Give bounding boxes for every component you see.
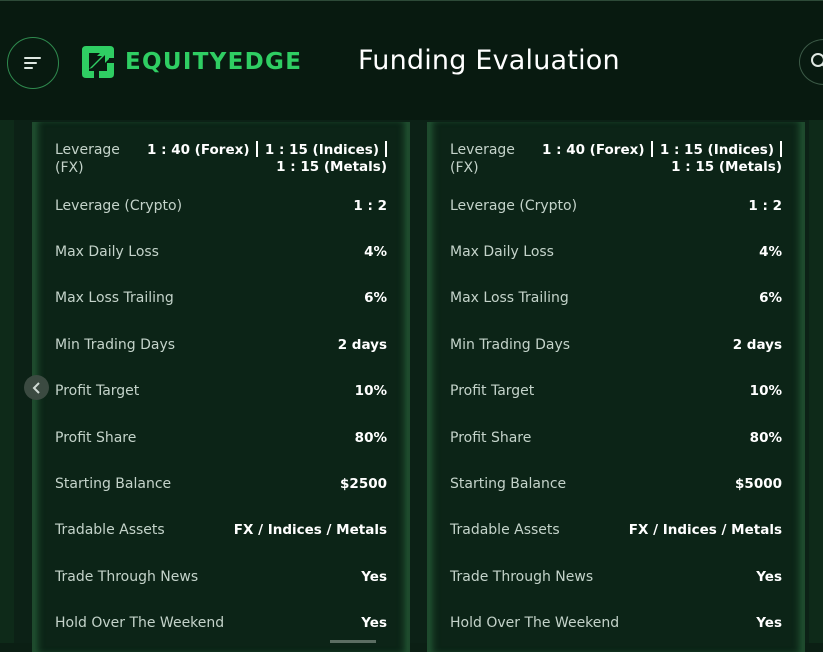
spec-value: Yes	[361, 614, 387, 632]
leverage-indices: 1 : 15 (Indices)	[660, 141, 782, 158]
plan-card: Leverage (FX) 1 : 40 (Forex) 1 : 15 (Ind…	[32, 122, 410, 652]
logo-mark-icon	[80, 44, 116, 80]
leverage-fx-label: Leverage (FX)	[55, 141, 125, 177]
spec-label: Tradable Assets	[55, 521, 165, 539]
leverage-indices: 1 : 15 (Indices)	[265, 141, 387, 158]
logo-text: EQUITYEDGE	[125, 49, 302, 75]
equityedge-logo[interactable]: EQUITYEDGE	[80, 44, 302, 80]
spec-row: Profit Target 10%	[55, 382, 387, 400]
spec-value: 80%	[750, 429, 782, 447]
leverage-fx-values: 1 : 40 (Forex) 1 : 15 (Indices) 1 : 15 (…	[542, 141, 782, 181]
spec-row: Profit Share 80%	[450, 429, 782, 447]
spec-row: Min Trading Days 2 days	[450, 336, 782, 354]
spec-row: Hold Over The Weekend Yes	[55, 614, 387, 632]
spec-value: 6%	[364, 289, 387, 307]
spec-row: Max Loss Trailing 6%	[450, 289, 782, 307]
spec-row: Tradable Assets FX / Indices / Metals	[55, 521, 387, 539]
leverage-metals: 1 : 15 (Metals)	[671, 159, 782, 175]
spec-label: Hold Over The Weekend	[55, 614, 224, 632]
spec-row: Hold Over The Weekend Yes	[450, 614, 782, 632]
spec-label: Max Daily Loss	[55, 243, 159, 261]
spec-value: 4%	[759, 243, 782, 261]
search-button[interactable]	[799, 39, 823, 85]
spec-value: Yes	[756, 614, 782, 632]
spec-value: 4%	[364, 243, 387, 261]
spec-value: 1 : 2	[748, 197, 782, 215]
spec-value: 2 days	[733, 336, 782, 354]
spec-value: 10%	[750, 382, 782, 400]
spec-label: Leverage (Crypto)	[450, 197, 577, 215]
spec-row: Starting Balance $5000	[450, 475, 782, 493]
spec-row: Leverage (Crypto) 1 : 2	[55, 197, 387, 215]
spec-label: Profit Target	[450, 382, 534, 400]
spec-label: Hold Over The Weekend	[450, 614, 619, 632]
leverage-fx-values: 1 : 40 (Forex) 1 : 15 (Indices) 1 : 15 (…	[147, 141, 387, 181]
hamburger-menu-icon	[23, 56, 43, 70]
spec-label: Leverage (Crypto)	[55, 197, 182, 215]
plans-carousel: Leverage (FX) 1 : 40 (Forex) 1 : 15 (Ind…	[0, 120, 823, 643]
spec-value: $5000	[735, 475, 782, 493]
spec-label: Min Trading Days	[55, 336, 175, 354]
spec-row: Tradable Assets FX / Indices / Metals	[450, 521, 782, 539]
spec-label: Max Daily Loss	[450, 243, 554, 261]
spec-row: Max Daily Loss 4%	[55, 243, 387, 261]
spec-row: Min Trading Days 2 days	[55, 336, 387, 354]
chevron-left-icon	[32, 382, 42, 394]
spec-label: Profit Share	[450, 429, 531, 447]
spec-value: 6%	[759, 289, 782, 307]
spec-value: Yes	[361, 568, 387, 586]
leverage-forex: 1 : 40 (Forex)	[147, 141, 258, 158]
page-title: Funding Evaluation	[358, 45, 620, 76]
spec-row: Trade Through News Yes	[55, 568, 387, 586]
spec-value: 80%	[355, 429, 387, 447]
spec-label: Max Loss Trailing	[450, 289, 569, 307]
spec-row: Max Loss Trailing 6%	[55, 289, 387, 307]
carousel-prev-button[interactable]	[24, 375, 49, 400]
carousel-right-edge	[809, 120, 823, 643]
spec-row: Profit Target 10%	[450, 382, 782, 400]
spec-label: Profit Share	[55, 429, 136, 447]
spec-label: Profit Target	[55, 382, 139, 400]
leverage-fx-label: Leverage (FX)	[450, 141, 520, 177]
spec-row: Leverage (Crypto) 1 : 2	[450, 197, 782, 215]
plan-card: Leverage (FX) 1 : 40 (Forex) 1 : 15 (Ind…	[427, 122, 805, 652]
spec-row: Max Daily Loss 4%	[450, 243, 782, 261]
leverage-forex: 1 : 40 (Forex)	[542, 141, 653, 158]
spec-label: Tradable Assets	[450, 521, 560, 539]
spec-label: Trade Through News	[450, 568, 593, 586]
spec-value: FX / Indices / Metals	[629, 521, 782, 539]
spec-value: 2 days	[338, 336, 387, 354]
spec-value: FX / Indices / Metals	[234, 521, 387, 539]
top-header: EQUITYEDGE Funding Evaluation	[0, 0, 823, 120]
leverage-fx-row: Leverage (FX) 1 : 40 (Forex) 1 : 15 (Ind…	[55, 141, 387, 181]
menu-button[interactable]	[7, 37, 59, 89]
carousel-left-edge	[0, 120, 14, 643]
spec-value: 1 : 2	[353, 197, 387, 215]
spec-row: Trade Through News Yes	[450, 568, 782, 586]
spec-row: Starting Balance $2500	[55, 475, 387, 493]
spec-value: Yes	[756, 568, 782, 586]
leverage-metals: 1 : 15 (Metals)	[276, 159, 387, 175]
spec-label: Min Trading Days	[450, 336, 570, 354]
spec-row: Profit Share 80%	[55, 429, 387, 447]
spec-label: Max Loss Trailing	[55, 289, 174, 307]
spec-label: Starting Balance	[55, 475, 171, 493]
search-icon	[810, 52, 823, 72]
spec-label: Starting Balance	[450, 475, 566, 493]
leverage-fx-row: Leverage (FX) 1 : 40 (Forex) 1 : 15 (Ind…	[450, 141, 782, 181]
spec-label: Trade Through News	[55, 568, 198, 586]
spec-value: $2500	[340, 475, 387, 493]
spec-value: 10%	[355, 382, 387, 400]
